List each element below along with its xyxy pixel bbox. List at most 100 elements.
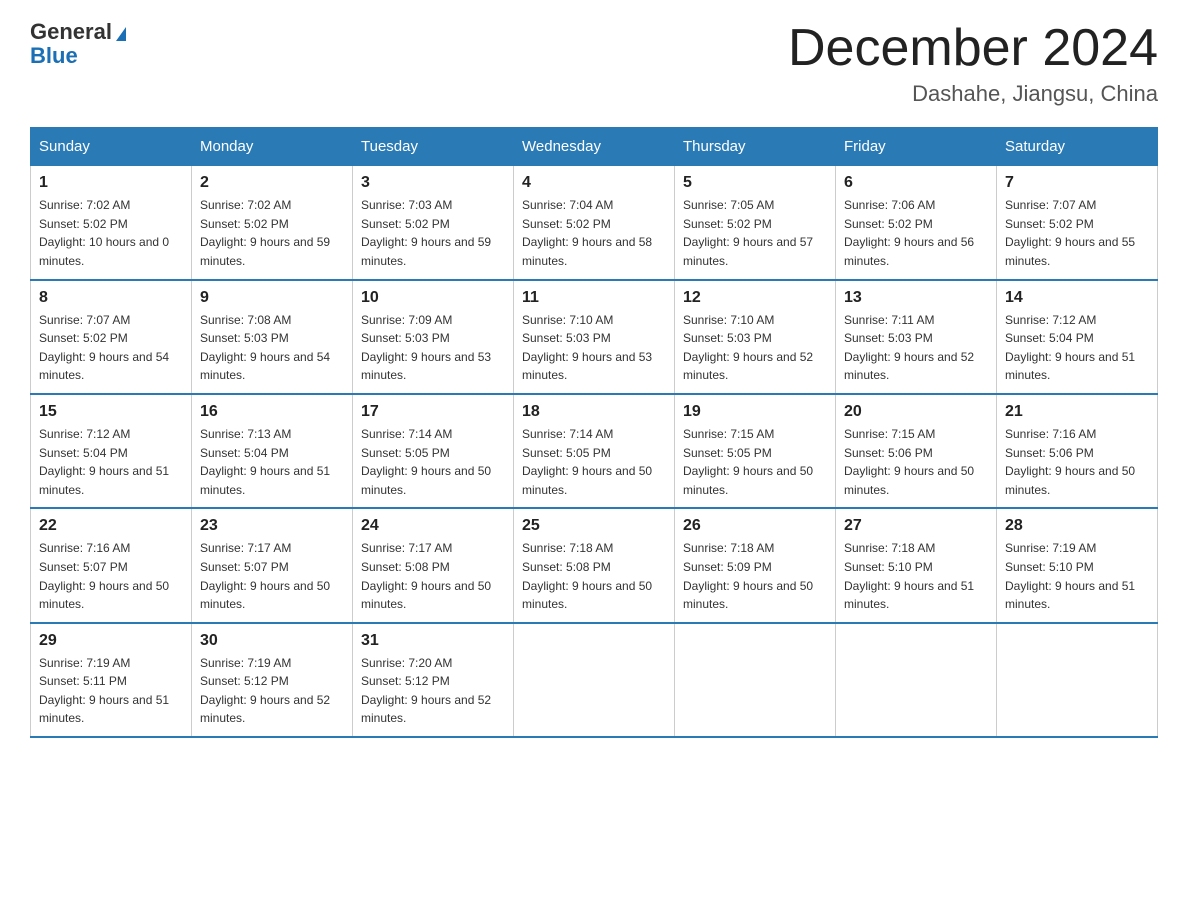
day-number: 17: [361, 403, 505, 421]
day-number: 19: [683, 403, 827, 421]
calendar-table: Sunday Monday Tuesday Wednesday Thursday…: [30, 127, 1158, 738]
day-info: Sunrise: 7:19 AM Sunset: 5:10 PM Dayligh…: [1005, 539, 1149, 613]
day-info: Sunrise: 7:09 AM Sunset: 5:03 PM Dayligh…: [361, 311, 505, 385]
day-number: 7: [1005, 174, 1149, 192]
day-number: 13: [844, 289, 988, 307]
page-header: General Blue December 2024 Dashahe, Jian…: [30, 20, 1158, 107]
day-number: 25: [522, 517, 666, 535]
table-row: 3 Sunrise: 7:03 AM Sunset: 5:02 PM Dayli…: [353, 166, 514, 280]
table-row: 17 Sunrise: 7:14 AM Sunset: 5:05 PM Dayl…: [353, 394, 514, 508]
day-number: 11: [522, 289, 666, 307]
day-info: Sunrise: 7:14 AM Sunset: 5:05 PM Dayligh…: [361, 425, 505, 499]
header-tuesday: Tuesday: [353, 128, 514, 166]
day-info: Sunrise: 7:10 AM Sunset: 5:03 PM Dayligh…: [683, 311, 827, 385]
table-row: 9 Sunrise: 7:08 AM Sunset: 5:03 PM Dayli…: [192, 280, 353, 394]
day-info: Sunrise: 7:03 AM Sunset: 5:02 PM Dayligh…: [361, 196, 505, 270]
day-number: 20: [844, 403, 988, 421]
day-number: 12: [683, 289, 827, 307]
day-number: 18: [522, 403, 666, 421]
table-row: 12 Sunrise: 7:10 AM Sunset: 5:03 PM Dayl…: [675, 280, 836, 394]
day-number: 2: [200, 174, 344, 192]
day-info: Sunrise: 7:05 AM Sunset: 5:02 PM Dayligh…: [683, 196, 827, 270]
day-info: Sunrise: 7:16 AM Sunset: 5:06 PM Dayligh…: [1005, 425, 1149, 499]
day-number: 28: [1005, 517, 1149, 535]
day-number: 26: [683, 517, 827, 535]
day-info: Sunrise: 7:10 AM Sunset: 5:03 PM Dayligh…: [522, 311, 666, 385]
table-row: 4 Sunrise: 7:04 AM Sunset: 5:02 PM Dayli…: [514, 166, 675, 280]
day-info: Sunrise: 7:02 AM Sunset: 5:02 PM Dayligh…: [200, 196, 344, 270]
day-info: Sunrise: 7:12 AM Sunset: 5:04 PM Dayligh…: [39, 425, 183, 499]
day-info: Sunrise: 7:19 AM Sunset: 5:12 PM Dayligh…: [200, 654, 344, 728]
header-sunday: Sunday: [31, 128, 192, 166]
table-row: 10 Sunrise: 7:09 AM Sunset: 5:03 PM Dayl…: [353, 280, 514, 394]
week-row-3: 15 Sunrise: 7:12 AM Sunset: 5:04 PM Dayl…: [31, 394, 1158, 508]
day-number: 29: [39, 632, 183, 650]
calendar-header-row: Sunday Monday Tuesday Wednesday Thursday…: [31, 128, 1158, 166]
table-row: [997, 623, 1158, 737]
day-number: 21: [1005, 403, 1149, 421]
table-row: 20 Sunrise: 7:15 AM Sunset: 5:06 PM Dayl…: [836, 394, 997, 508]
table-row: 6 Sunrise: 7:06 AM Sunset: 5:02 PM Dayli…: [836, 166, 997, 280]
day-info: Sunrise: 7:15 AM Sunset: 5:06 PM Dayligh…: [844, 425, 988, 499]
logo: General Blue: [30, 20, 126, 68]
day-info: Sunrise: 7:16 AM Sunset: 5:07 PM Dayligh…: [39, 539, 183, 613]
table-row: [836, 623, 997, 737]
day-number: 8: [39, 289, 183, 307]
table-row: [514, 623, 675, 737]
day-info: Sunrise: 7:02 AM Sunset: 5:02 PM Dayligh…: [39, 196, 183, 270]
day-info: Sunrise: 7:20 AM Sunset: 5:12 PM Dayligh…: [361, 654, 505, 728]
table-row: 27 Sunrise: 7:18 AM Sunset: 5:10 PM Dayl…: [836, 508, 997, 622]
table-row: 19 Sunrise: 7:15 AM Sunset: 5:05 PM Dayl…: [675, 394, 836, 508]
day-number: 5: [683, 174, 827, 192]
table-row: 26 Sunrise: 7:18 AM Sunset: 5:09 PM Dayl…: [675, 508, 836, 622]
day-info: Sunrise: 7:07 AM Sunset: 5:02 PM Dayligh…: [39, 311, 183, 385]
day-number: 4: [522, 174, 666, 192]
week-row-4: 22 Sunrise: 7:16 AM Sunset: 5:07 PM Dayl…: [31, 508, 1158, 622]
day-info: Sunrise: 7:17 AM Sunset: 5:07 PM Dayligh…: [200, 539, 344, 613]
day-info: Sunrise: 7:18 AM Sunset: 5:09 PM Dayligh…: [683, 539, 827, 613]
day-number: 27: [844, 517, 988, 535]
day-number: 1: [39, 174, 183, 192]
table-row: [675, 623, 836, 737]
logo-text: General: [30, 20, 126, 44]
day-number: 16: [200, 403, 344, 421]
day-number: 30: [200, 632, 344, 650]
table-row: 21 Sunrise: 7:16 AM Sunset: 5:06 PM Dayl…: [997, 394, 1158, 508]
day-info: Sunrise: 7:14 AM Sunset: 5:05 PM Dayligh…: [522, 425, 666, 499]
table-row: 31 Sunrise: 7:20 AM Sunset: 5:12 PM Dayl…: [353, 623, 514, 737]
week-row-1: 1 Sunrise: 7:02 AM Sunset: 5:02 PM Dayli…: [31, 166, 1158, 280]
day-number: 14: [1005, 289, 1149, 307]
table-row: 7 Sunrise: 7:07 AM Sunset: 5:02 PM Dayli…: [997, 166, 1158, 280]
header-monday: Monday: [192, 128, 353, 166]
table-row: 15 Sunrise: 7:12 AM Sunset: 5:04 PM Dayl…: [31, 394, 192, 508]
day-info: Sunrise: 7:13 AM Sunset: 5:04 PM Dayligh…: [200, 425, 344, 499]
month-title: December 2024: [788, 20, 1158, 77]
table-row: 23 Sunrise: 7:17 AM Sunset: 5:07 PM Dayl…: [192, 508, 353, 622]
table-row: 28 Sunrise: 7:19 AM Sunset: 5:10 PM Dayl…: [997, 508, 1158, 622]
title-block: December 2024 Dashahe, Jiangsu, China: [788, 20, 1158, 107]
day-info: Sunrise: 7:15 AM Sunset: 5:05 PM Dayligh…: [683, 425, 827, 499]
table-row: 18 Sunrise: 7:14 AM Sunset: 5:05 PM Dayl…: [514, 394, 675, 508]
day-info: Sunrise: 7:04 AM Sunset: 5:02 PM Dayligh…: [522, 196, 666, 270]
table-row: 14 Sunrise: 7:12 AM Sunset: 5:04 PM Dayl…: [997, 280, 1158, 394]
location: Dashahe, Jiangsu, China: [788, 81, 1158, 107]
table-row: 29 Sunrise: 7:19 AM Sunset: 5:11 PM Dayl…: [31, 623, 192, 737]
table-row: 11 Sunrise: 7:10 AM Sunset: 5:03 PM Dayl…: [514, 280, 675, 394]
day-number: 6: [844, 174, 988, 192]
day-info: Sunrise: 7:08 AM Sunset: 5:03 PM Dayligh…: [200, 311, 344, 385]
header-friday: Friday: [836, 128, 997, 166]
day-info: Sunrise: 7:19 AM Sunset: 5:11 PM Dayligh…: [39, 654, 183, 728]
day-number: 10: [361, 289, 505, 307]
header-saturday: Saturday: [997, 128, 1158, 166]
logo-blue-text: Blue: [30, 44, 78, 68]
day-info: Sunrise: 7:17 AM Sunset: 5:08 PM Dayligh…: [361, 539, 505, 613]
week-row-5: 29 Sunrise: 7:19 AM Sunset: 5:11 PM Dayl…: [31, 623, 1158, 737]
day-number: 31: [361, 632, 505, 650]
day-info: Sunrise: 7:11 AM Sunset: 5:03 PM Dayligh…: [844, 311, 988, 385]
table-row: 30 Sunrise: 7:19 AM Sunset: 5:12 PM Dayl…: [192, 623, 353, 737]
day-info: Sunrise: 7:07 AM Sunset: 5:02 PM Dayligh…: [1005, 196, 1149, 270]
day-info: Sunrise: 7:18 AM Sunset: 5:10 PM Dayligh…: [844, 539, 988, 613]
table-row: 25 Sunrise: 7:18 AM Sunset: 5:08 PM Dayl…: [514, 508, 675, 622]
day-info: Sunrise: 7:18 AM Sunset: 5:08 PM Dayligh…: [522, 539, 666, 613]
table-row: 1 Sunrise: 7:02 AM Sunset: 5:02 PM Dayli…: [31, 166, 192, 280]
